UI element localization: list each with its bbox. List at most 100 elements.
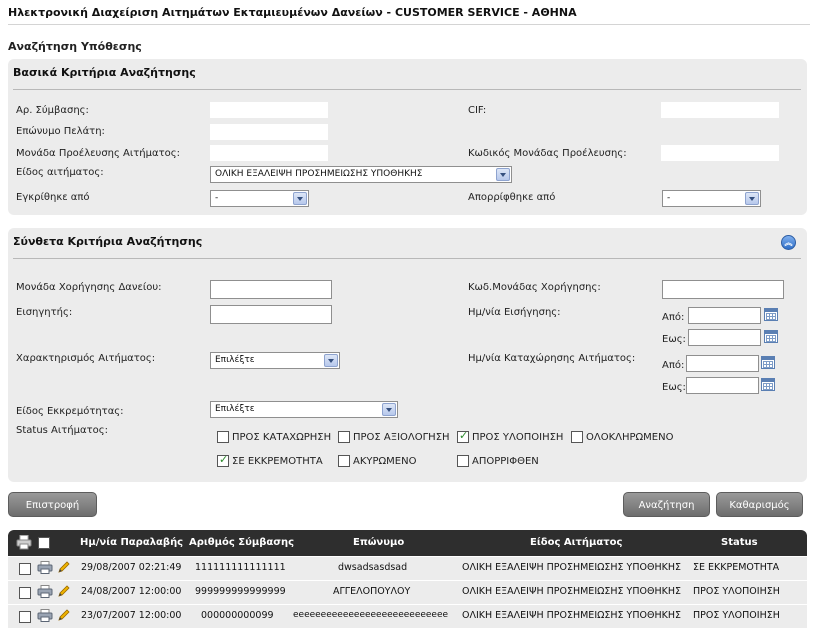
page-title: Αναζήτηση Υπόθεσης <box>8 40 142 53</box>
proposer-label: Εισηγητής: <box>16 307 73 318</box>
status-checkbox-akyrwmeno[interactable] <box>338 455 350 467</box>
grant-unit-input[interactable] <box>210 280 332 299</box>
row-checkbox[interactable] <box>19 587 31 599</box>
grant-unit-code-label: Κωδ.Μονάδας Χορήγησης: <box>468 282 601 293</box>
grid-header-date[interactable]: Ημ/νία Παραλαβής <box>80 537 183 548</box>
title-divider <box>8 24 810 25</box>
contract-number-input[interactable] <box>210 102 328 118</box>
row-request-type: ΟΛΙΚΗ ΕΞΑΛΕΙΨΗ ΠΡΟΣΗΜΕΙΩΣΗΣ ΥΠΟΘΗΚΗΣ <box>462 610 681 621</box>
proposal-date-to-label: Εως: <box>662 334 686 345</box>
chevron-down-icon[interactable] <box>496 168 510 181</box>
status-label-aporrifthen: ΑΠΟΡΡΙΦΘΕΝ <box>472 456 539 467</box>
grid-header-status[interactable]: Status <box>721 537 758 548</box>
registration-date-from-label: Από: <box>662 360 685 371</box>
characterization-select[interactable]: Επιλέξτε <box>210 352 340 369</box>
request-type-value: ΟΛΙΚΗ ΕΞΑΛΕΙΨΗ ΠΡΟΣΗΜΕΙΩΣΗΣ ΥΠΟΘΗΚΗΣ <box>215 169 423 179</box>
row-surname: dwsadsasdsad <box>338 562 408 573</box>
registration-date-from-input[interactable] <box>686 355 759 372</box>
status-checkbox-pros-ylopoiisi[interactable] <box>457 429 469 443</box>
rejected-by-select[interactable]: - <box>662 190 761 207</box>
proposer-input[interactable] <box>210 305 332 324</box>
printer-icon[interactable] <box>16 535 32 550</box>
grid-header-surname[interactable]: Επώνυμο <box>353 537 404 548</box>
pending-type-value: Επιλέξτε <box>215 404 255 414</box>
calendar-icon[interactable] <box>764 308 778 321</box>
row-checkbox[interactable] <box>19 563 31 575</box>
table-row[interactable]: 24/08/2007 12:00:00 999999999999999 ΑΓΓΕ… <box>8 581 807 604</box>
row-date: 29/08/2007 02:21:49 <box>81 562 182 573</box>
back-button[interactable]: Επιστροφή <box>8 492 97 517</box>
table-row[interactable]: 29/08/2007 02:21:49 111111111111111 dwsa… <box>8 557 807 580</box>
characterization-label: Χαρακτηρισμός Αιτήματος: <box>16 353 156 364</box>
proposal-date-to-input[interactable] <box>688 329 761 346</box>
status-checkbox-se-ekkremotita[interactable] <box>217 453 229 467</box>
basic-criteria-title: Βασικά Κριτήρια Αναζήτησης <box>13 66 196 79</box>
row-status: ΠΡΟΣ ΥΛΟΠΟΙΗΣΗ <box>693 610 780 621</box>
registration-date-to-label: Εως: <box>662 382 686 393</box>
registration-date-label: Ημ/νία Καταχώρησης Αιτήματος: <box>468 353 636 364</box>
row-date: 24/08/2007 12:00:00 <box>81 586 182 597</box>
origin-unit-input[interactable] <box>210 145 328 161</box>
contract-number-label: Αρ. Σύμβασης: <box>16 105 89 116</box>
pending-type-label: Είδος Εκκρεμότητας: <box>16 406 124 417</box>
proposal-date-from-input[interactable] <box>688 307 761 324</box>
cif-input[interactable] <box>661 102 779 118</box>
status-label-se-ekkremotita: ΣΕ ΕΚΚΡΕΜΟΤΗΤΑ <box>232 456 323 467</box>
proposal-date-from-label: Από: <box>662 312 685 323</box>
row-surname: eeeeeeeeeeeeeeeeeeeeeeeeeeee <box>293 610 449 620</box>
chevron-down-icon[interactable] <box>382 403 396 416</box>
chevron-down-icon[interactable] <box>324 354 338 367</box>
row-contract: 000000000099 <box>201 610 274 621</box>
pending-type-select[interactable]: Επιλέξτε <box>210 401 398 418</box>
table-row[interactable]: 23/07/2007 12:00:00 000000000099 eeeeeee… <box>8 605 807 628</box>
origin-unit-code-label: Κωδικός Μονάδας Προέλευσης: <box>468 148 627 159</box>
collapse-up-icon[interactable]: ︽ <box>781 235 796 250</box>
app-title: Ηλεκτρονική Διαχείριση Αιτημάτων Εκταμιε… <box>8 6 577 19</box>
status-checkbox-aporrifthen[interactable] <box>457 455 469 467</box>
pencil-icon[interactable] <box>57 561 70 574</box>
registration-date-to-input[interactable] <box>686 377 759 394</box>
customer-surname-label: Επώνυμο Πελάτη: <box>16 126 105 137</box>
approved-by-select[interactable]: - <box>210 190 309 207</box>
request-type-select[interactable]: ΟΛΙΚΗ ΕΞΑΛΕΙΨΗ ΠΡΟΣΗΜΕΙΩΣΗΣ ΥΠΟΘΗΚΗΣ <box>210 166 512 183</box>
status-checkbox-pros-axiologisi[interactable] <box>338 431 350 443</box>
chevron-down-icon[interactable] <box>293 192 307 205</box>
select-all-checkbox[interactable] <box>38 537 50 549</box>
grid-header-contract[interactable]: Αριθμός Σύμβασης <box>189 537 294 548</box>
chevron-down-icon[interactable] <box>745 192 759 205</box>
grid-header-request-type[interactable]: Είδος Αιτήματος <box>530 537 622 548</box>
row-contract: 111111111111111 <box>195 562 286 573</box>
status-checkbox-pros-kataxorisi[interactable] <box>217 431 229 443</box>
printer-icon[interactable] <box>37 609 53 622</box>
row-status: ΠΡΟΣ ΥΛΟΠΟΙΗΣΗ <box>693 586 780 597</box>
calendar-icon[interactable] <box>764 330 778 343</box>
approved-by-label: Εγκρίθηκε από <box>16 192 90 203</box>
calendar-icon[interactable] <box>761 356 775 369</box>
status-label-oloklirwmeno: ΟΛΟΚΛΗΡΩΜΕΝΟ <box>586 432 674 443</box>
search-button[interactable]: Αναζήτηση <box>623 492 710 517</box>
status-label-akyrwmeno: ΑΚΥΡΩΜΕΝΟ <box>353 456 417 467</box>
row-date: 23/07/2007 12:00:00 <box>81 610 182 621</box>
basic-criteria-panel: Βασικά Κριτήρια Αναζήτησης Αρ. Σύμβασης:… <box>8 59 807 215</box>
origin-unit-label: Μονάδα Προέλευσης Αιτήματος: <box>16 148 180 159</box>
origin-unit-code-input[interactable] <box>661 145 779 161</box>
approved-by-value: - <box>215 193 219 203</box>
results-grid-header: Ημ/νία Παραλαβής Αριθμός Σύμβασης Επώνυμ… <box>8 530 807 556</box>
basic-criteria-divider <box>13 89 801 90</box>
status-checkbox-oloklirwmeno[interactable] <box>571 431 583 443</box>
printer-icon[interactable] <box>37 585 53 598</box>
pencil-icon[interactable] <box>57 609 70 622</box>
customer-surname-input[interactable] <box>210 124 328 140</box>
grant-unit-code-input[interactable] <box>662 280 784 299</box>
printer-icon[interactable] <box>37 561 53 574</box>
pencil-icon[interactable] <box>57 585 70 598</box>
complex-criteria-panel: Σύνθετα Κριτήρια Αναζήτησης ︽ Μονάδα Χορ… <box>8 228 807 482</box>
calendar-icon[interactable] <box>761 378 775 391</box>
rejected-by-label: Απορρίφθηκε από <box>468 192 556 203</box>
row-checkbox[interactable] <box>19 611 31 623</box>
status-label-pros-ylopoiisi: ΠΡΟΣ ΥΛΟΠΟΙΗΣΗ <box>472 432 564 443</box>
status-label-pros-kataxorisi: ΠΡΟΣ ΚΑΤΑΧΩΡΗΣΗ <box>232 432 332 443</box>
row-surname: ΑΓΓΕΛΟΠΟΥΛΟΥ <box>333 586 411 597</box>
clear-button[interactable]: Καθαρισμός <box>716 492 803 517</box>
status-label-pros-axiologisi: ΠΡΟΣ ΑΞΙΟΛΟΓΗΣΗ <box>353 432 450 443</box>
